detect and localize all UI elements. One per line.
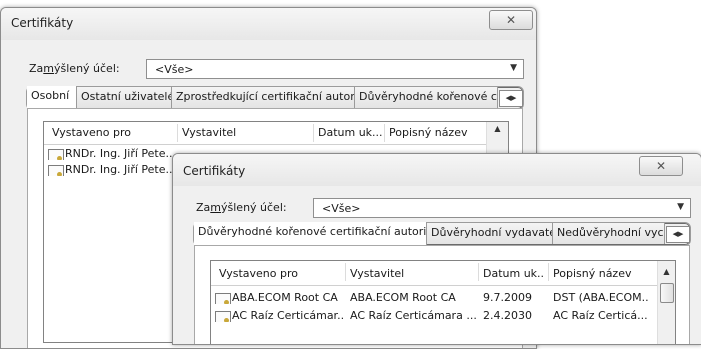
close-icon: ✕ [655,159,667,173]
certificate-icon [48,165,64,176]
front-row-0-date: 9.7.2009 [483,291,532,304]
back-row-0-issued-to: RNDr. Ing. Jiří Pete... [65,147,174,160]
front-tab-trusted-publishers-label: Důvěryhodní vydavatelé [431,226,553,239]
front-purpose-select[interactable]: <Vše> ▼ [313,198,691,218]
back-purpose-label: Zamýšlený účel: [29,62,120,75]
back-tab-intermediate-label: Zprostředkující certifikační autority [176,90,355,103]
scroll-up-icon[interactable]: ▲ [487,124,508,133]
chevron-down-icon: ▼ [510,63,517,73]
back-purpose-value: <Vše> [155,63,194,76]
front-tab-panel: Vystaveno pro Vystavitel Datum uk... Pop… [194,245,690,344]
front-purpose-value: <Vše> [322,202,361,215]
front-row-1-date: 2.4.2030 [483,309,532,322]
front-row-issued-to: ABA.ECOM Root CA [215,291,343,304]
front-tab-trusted-root-label: Důvěryhodné kořenové certifikační autori… [198,225,427,238]
back-window-titlebar[interactable]: Certifikáty ✕ [1,8,536,40]
front-tab-trusted-publishers[interactable]: Důvěryhodní vydavatelé [427,223,553,244]
front-col-issued-to[interactable]: Vystaveno pro [219,267,339,280]
scroll-up-icon[interactable]: ▲ [658,267,675,276]
front-certificate-list: Vystaveno pro Vystavitel Datum uk... Pop… [210,260,676,344]
chevron-right-icon: ▶ [511,94,517,102]
back-tab-intermediate[interactable]: Zprostředkující certifikační autority [172,87,355,108]
front-certificates-window: Certifikáty ✕ Zamýšlený účel: <Vše> ▼ Dů… [172,153,701,345]
front-row-0-issued-to: ABA.ECOM Root CA [232,291,338,304]
front-window-titlebar[interactable]: Certifikáty ✕ [173,154,701,186]
front-col-expiration[interactable]: Datum uk... [483,267,545,280]
table-row[interactable]: AC Raíz Certicámar... AC Raíz Certicámar… [211,308,675,324]
back-col-issuer[interactable]: Vystavitel [182,126,310,139]
front-row-1-issued-to: AC Raíz Certicámar... [232,309,343,322]
chevron-down-icon: ▼ [677,202,684,212]
table-row[interactable]: ABA.ECOM Root CA ABA.ECOM Root CA 9.7.20… [211,290,675,306]
back-tab-trusted-root[interactable]: Důvěryhodné kořenové ce [355,87,498,108]
front-col-issuer[interactable]: Vystavitel [350,267,475,280]
back-col-issued-to[interactable]: Vystaveno pro [52,126,172,139]
front-tab-scroll-arrows[interactable]: ◀▶ [666,226,690,243]
front-tab-untrusted-label: Nedůvěryhodní vyc [557,226,664,239]
front-tab-trusted-root[interactable]: Důvěryhodné kořenové certifikační autori… [194,222,427,245]
front-tab-untrusted[interactable]: Nedůvěryhodní vyc [553,223,665,244]
back-row-1-issued-to: RNDr. Ing. Jiří Pete... [65,163,174,176]
back-tab-trusted-root-label: Důvěryhodné kořenové ce [359,90,498,103]
front-purpose-label: Zamýšlený účel: [196,201,287,214]
front-row-0-issuer: ABA.ECOM Root CA [350,291,456,304]
back-row-issued-to: RNDr. Ing. Jiří Pete... [48,163,174,176]
certificate-icon [48,149,64,160]
back-tab-personal[interactable]: Osobní [27,86,77,109]
back-window-title: Certifikáty [11,16,74,30]
front-row-0-friendly: DST (ABA.ECOM... [553,291,649,304]
back-purpose-select[interactable]: <Vše> ▼ [146,59,524,79]
back-col-friendly-name[interactable]: Popisný název [389,126,479,139]
close-icon: ✕ [505,13,517,27]
front-row-1-friendly: AC Raíz Certicá... [553,309,648,322]
front-tabstrip: Důvěryhodné kořenové certifikační autori… [193,222,691,246]
chevron-right-icon: ▶ [678,230,684,238]
front-window-close-button[interactable]: ✕ [639,156,683,176]
certificate-icon [215,293,231,304]
front-window-title: Certifikáty [183,164,246,178]
back-tabstrip: Osobní Ostatní uživatelé Zprostředkující… [26,86,524,110]
front-row-issued-to: AC Raíz Certicámar... [215,309,343,322]
back-col-expiration[interactable]: Datum uk... [318,126,382,139]
back-row-issued-to: RNDr. Ing. Jiří Pete... [48,147,174,160]
back-list-header: Vystaveno pro Vystavitel Datum uk... Pop… [44,122,508,145]
back-tab-other-users[interactable]: Ostatní uživatelé [77,87,172,108]
front-col-friendly-name[interactable]: Popisný název [553,267,649,280]
front-list-header: Vystaveno pro Vystavitel Datum uk... Pop… [211,261,675,286]
back-tab-other-users-label: Ostatní uživatelé [81,90,172,103]
front-row-1-issuer: AC Raíz Certicámara ... [350,309,476,322]
back-window-close-button[interactable]: ✕ [489,10,533,30]
back-tab-personal-label: Osobní [31,89,70,102]
back-tab-scroll-arrows[interactable]: ◀▶ [499,90,523,107]
